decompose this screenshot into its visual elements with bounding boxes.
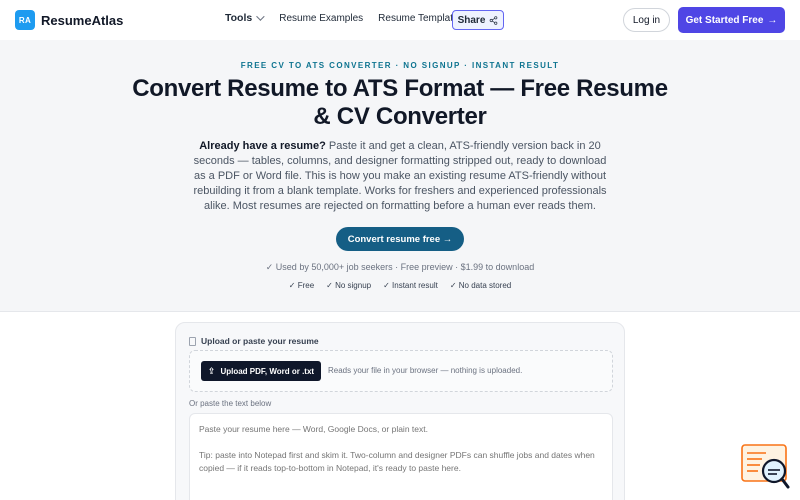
chevron-down-icon: [256, 12, 265, 21]
convert-resume-button[interactable]: Convert resume free →: [336, 227, 464, 251]
converter-card: Upload or paste your resume ⇪ Upload PDF…: [175, 322, 625, 500]
logo[interactable]: RA ResumeAtlas: [15, 10, 123, 30]
nav-resume-templates[interactable]: Resume Templates: [378, 13, 463, 24]
resume-paste-textarea[interactable]: [189, 413, 613, 500]
nav-tools-label: Tools: [225, 12, 253, 24]
nav-resume-examples[interactable]: Resume Examples: [279, 13, 363, 24]
converter-card-heading-text: Upload or paste your resume: [201, 336, 319, 346]
logo-mark: RA: [15, 10, 35, 30]
arrow-right-icon: →: [767, 14, 778, 26]
login-button[interactable]: Log in: [623, 8, 670, 32]
feature-check: ✓ No data stored: [449, 281, 512, 290]
nav-tools-dropdown[interactable]: Tools: [225, 12, 265, 24]
logo-text: ResumeAtlas: [41, 12, 124, 28]
get-started-button[interactable]: Get Started Free →: [678, 7, 785, 33]
upload-file-label: Upload PDF, Word or .txt: [220, 366, 315, 376]
upload-note: Reads your file in your browser — nothin…: [328, 366, 523, 375]
feature-checks: ✓ Free ✓ No signup ✓ Instant result ✓ No…: [0, 281, 800, 290]
hero-description: Already have a resume? Paste it and get …: [188, 139, 612, 214]
converter-card-heading: Upload or paste your resume: [189, 336, 319, 346]
social-proof: ✓ Used by 50,000+ job seekers · Free pre…: [265, 262, 535, 272]
share-button[interactable]: Share: [452, 10, 504, 30]
hero-section: FREE CV TO ATS CONVERTER · NO SIGNUP · I…: [0, 40, 800, 312]
page-title: Convert Resume to ATS Format — Free Resu…: [132, 75, 668, 130]
upload-dropzone[interactable]: ⇪ Upload PDF, Word or .txt Reads your fi…: [189, 350, 613, 392]
get-started-label: Get Started Free: [685, 14, 764, 26]
share-label: Share: [457, 14, 486, 26]
document-icon: [189, 336, 196, 346]
feature-check: ✓ Free: [288, 281, 315, 290]
share-icon: [490, 15, 498, 25]
site-header: RA ResumeAtlas Tools Resume Examples Res…: [0, 0, 800, 40]
resume-review-widget-icon[interactable]: [740, 443, 790, 491]
hero-eyebrow: FREE CV TO ATS CONVERTER · NO SIGNUP · I…: [240, 61, 560, 70]
feature-check: ✓ Instant result: [383, 281, 438, 290]
paste-label: Or paste the text below: [189, 399, 272, 408]
main-nav: Tools Resume Examples Resume Templates: [225, 12, 464, 24]
upload-icon: ⇪: [207, 365, 216, 376]
upload-file-button[interactable]: ⇪ Upload PDF, Word or .txt: [201, 361, 321, 381]
hero-description-lead: Already have a resume?: [199, 140, 326, 152]
feature-check: ✓ No signup: [326, 281, 372, 290]
